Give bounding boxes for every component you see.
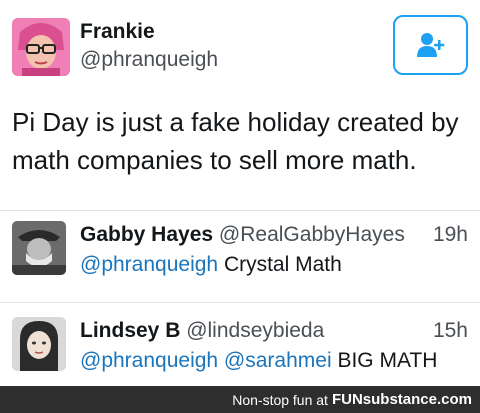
reply-timestamp[interactable]: 19h	[433, 223, 468, 247]
author-name[interactable]: Frankie	[80, 20, 155, 44]
author-handle[interactable]: @phranqueigh	[80, 48, 218, 72]
avatar-image	[12, 221, 66, 275]
follow-button[interactable]	[393, 15, 468, 75]
reply-text: @phranqueigh Crystal Math	[80, 253, 342, 277]
reply-message: Crystal Math	[223, 253, 342, 276]
reply-timestamp[interactable]: 15h	[433, 319, 468, 343]
avatar-image	[12, 18, 70, 76]
footer-prefix: Non-stop fun at	[232, 391, 328, 408]
mention-link[interactable]: @phranqueigh @sarahmei	[80, 349, 332, 372]
avatar[interactable]	[12, 18, 70, 76]
main-tweet: Frankie @phranqueigh Pi Day is just a fa…	[0, 0, 480, 200]
reply-author-handle[interactable]: @lindseybieda	[186, 319, 324, 342]
footer-brand[interactable]: FUNsubstance.com	[332, 391, 472, 408]
follow-user-icon	[416, 33, 444, 57]
reply-header: Gabby Hayes @RealGabbyHayes	[80, 223, 405, 247]
tweet-text: Pi Day is just a fake holiday created by…	[12, 107, 459, 175]
reply-item[interactable]: Lindsey B @lindseybieda 15h @phranqueigh…	[0, 303, 480, 393]
watermark-footer: Non-stop fun at FUNsubstance.com	[0, 386, 480, 413]
avatar-image	[12, 317, 66, 371]
mention-link[interactable]: @phranqueigh	[80, 253, 218, 276]
reply-author-name[interactable]: Lindsey B	[80, 319, 180, 342]
reply-message: BIG MATH	[337, 349, 438, 372]
reply-item[interactable]: Gabby Hayes @RealGabbyHayes 19h @phranqu…	[0, 211, 480, 301]
avatar[interactable]	[12, 317, 66, 371]
avatar[interactable]	[12, 221, 66, 275]
reply-author-handle[interactable]: @RealGabbyHayes	[219, 223, 405, 246]
reply-author-name[interactable]: Gabby Hayes	[80, 223, 213, 246]
reply-text: @phranqueigh @sarahmei BIG MATH	[80, 349, 437, 373]
reply-header: Lindsey B @lindseybieda	[80, 319, 324, 343]
